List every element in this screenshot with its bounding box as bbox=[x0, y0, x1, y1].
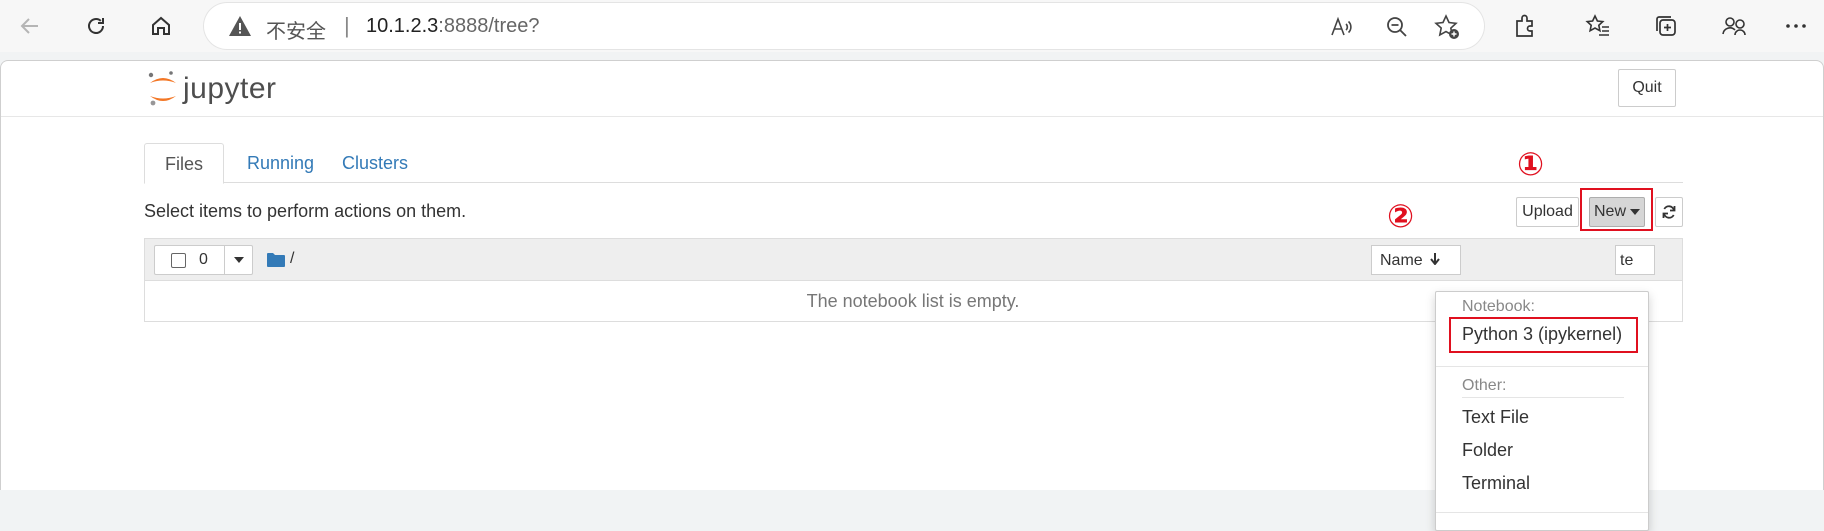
address-bar[interactable]: 不安全 | 10.1.2.3:8888/tree? bbox=[204, 3, 1484, 49]
menu-item-text-file[interactable]: Text File bbox=[1462, 407, 1529, 428]
quit-button[interactable]: Quit bbox=[1618, 69, 1676, 107]
breadcrumb-root[interactable]: / bbox=[290, 250, 294, 268]
zoom-out-icon[interactable] bbox=[1384, 14, 1410, 40]
more-menu-icon[interactable] bbox=[1780, 10, 1812, 42]
insecure-label[interactable]: 不安全 bbox=[266, 15, 326, 44]
selected-count: 0 bbox=[199, 251, 208, 268]
warning-icon[interactable] bbox=[228, 15, 252, 42]
menu-item-terminal[interactable]: Terminal bbox=[1462, 473, 1530, 494]
menu-item-folder[interactable]: Folder bbox=[1462, 440, 1513, 461]
url-text[interactable]: 10.1.2.3:8888/tree? bbox=[366, 15, 540, 38]
new-button-highlight bbox=[1580, 188, 1653, 231]
caret-down-icon bbox=[234, 257, 244, 263]
menu-divider bbox=[1436, 512, 1648, 513]
select-all-control[interactable]: 0 bbox=[154, 245, 253, 275]
sort-down-arrow-icon bbox=[1430, 253, 1440, 266]
new-dropdown-menu: Notebook: Python 3 (ipykernel) Other: Te… bbox=[1435, 291, 1649, 531]
tab-clusters[interactable]: Clusters bbox=[322, 143, 428, 183]
jupyter-logo-icon bbox=[148, 71, 176, 106]
url-host: 10.1.2.3 bbox=[366, 15, 439, 37]
menu-header-other: Other: bbox=[1462, 377, 1624, 398]
menu-divider bbox=[1436, 366, 1648, 367]
favorites-icon[interactable] bbox=[1582, 10, 1614, 42]
sort-name-label: Name bbox=[1380, 252, 1423, 269]
breadcrumb[interactable]: / bbox=[267, 250, 294, 268]
refresh-button[interactable] bbox=[1655, 197, 1683, 227]
refresh-icon bbox=[1662, 205, 1676, 219]
jupyter-logo-text: jupyter bbox=[183, 72, 277, 105]
home-icon[interactable] bbox=[141, 6, 181, 46]
browser-toolbar: 不安全 | 10.1.2.3:8888/tree? bbox=[0, 0, 1824, 52]
notebook-list-header: 0 / Name te bbox=[145, 239, 1682, 281]
tab-running[interactable]: Running bbox=[227, 143, 334, 183]
tab-bar: Files Running Clusters bbox=[144, 143, 1683, 184]
jupyter-logo[interactable]: jupyter bbox=[147, 69, 277, 109]
read-aloud-icon[interactable] bbox=[1328, 14, 1354, 40]
selection-hint: Select items to perform actions on them. bbox=[144, 201, 467, 221]
step-2-annotation: ② bbox=[1387, 197, 1415, 235]
select-all-checkbox[interactable] bbox=[171, 253, 186, 268]
add-favorite-icon[interactable] bbox=[1434, 14, 1460, 40]
sort-by-name-button[interactable]: Name bbox=[1371, 245, 1461, 275]
kernel-item-highlight bbox=[1449, 317, 1638, 353]
collections-icon[interactable] bbox=[1650, 10, 1682, 42]
url-path: :8888/tree? bbox=[438, 15, 540, 37]
extensions-icon[interactable] bbox=[1509, 10, 1541, 42]
url-separator: | bbox=[344, 13, 350, 38]
select-dropdown-toggle[interactable] bbox=[224, 246, 253, 274]
reload-icon[interactable] bbox=[76, 6, 116, 46]
jupyter-header: jupyter Quit bbox=[1, 61, 1823, 117]
jupyter-page: jupyter Quit Files Running Clusters Sele… bbox=[0, 60, 1824, 531]
sort-by-modified-button[interactable]: te bbox=[1615, 245, 1655, 275]
profile-sync-icon[interactable] bbox=[1718, 10, 1750, 42]
back-icon[interactable] bbox=[10, 6, 50, 46]
tab-files[interactable]: Files bbox=[144, 143, 225, 184]
menu-header-notebook: Notebook: bbox=[1462, 298, 1535, 315]
step-1-annotation: ① bbox=[1517, 145, 1545, 183]
folder-icon bbox=[267, 252, 285, 267]
upload-button[interactable]: Upload bbox=[1516, 197, 1579, 227]
